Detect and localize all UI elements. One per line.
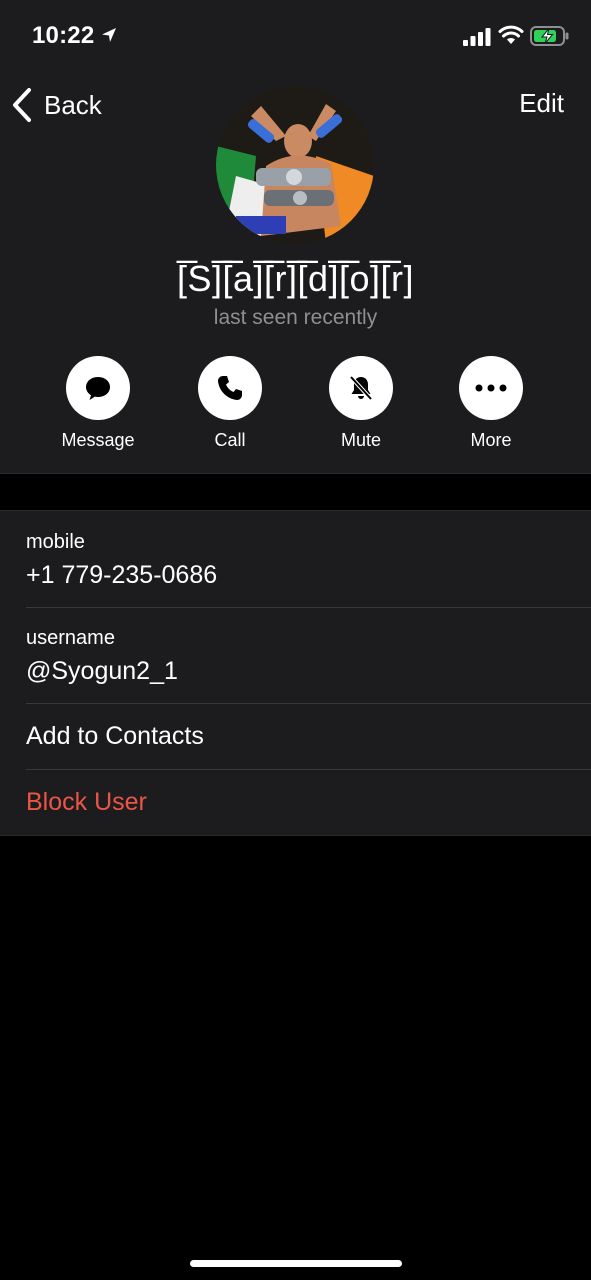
action-label-call: Call — [214, 430, 246, 450]
more-circle — [459, 356, 523, 420]
location-arrow-icon — [102, 28, 116, 42]
add-to-contacts-button[interactable]: Add to Contacts — [26, 722, 204, 751]
mobile-row[interactable]: mobile +1 779-235-0686 — [0, 511, 591, 607]
message-bubble-icon — [86, 377, 110, 400]
action-label-more: More — [470, 430, 512, 450]
status-time: 10:22 — [32, 22, 95, 49]
add-to-contacts-row[interactable]: Add to Contacts — [0, 703, 591, 769]
action-label-message: Message — [61, 430, 135, 450]
action-label-mute: Mute — [340, 430, 382, 450]
edit-button[interactable]: Edit — [519, 88, 564, 119]
avatar-photo — [216, 86, 374, 244]
wifi-icon — [498, 25, 524, 44]
block-user-button[interactable]: Block User — [26, 788, 147, 817]
bell-slash-icon — [349, 375, 373, 401]
mute-button[interactable]: Mute — [301, 356, 421, 451]
battery-charging-icon — [530, 26, 569, 46]
mobile-label: mobile — [26, 531, 85, 553]
mobile-value[interactable]: +1 779-235-0686 — [26, 561, 217, 590]
back-button[interactable]: Back — [10, 86, 102, 124]
last-seen-status: last seen recently — [213, 306, 378, 329]
avatar[interactable] — [216, 86, 374, 244]
profile-header: 10:22 Back Edit [̅S]̅[̅a]̅[̅r]̅[̅d]̅[̅o]… — [0, 0, 591, 474]
status-bar: 10:22 — [0, 0, 591, 72]
back-label: Back — [44, 89, 102, 120]
profile-name: [̅S]̅[̅a]̅[̅r]̅[̅d]̅[̅o]̅[̅r] — [176, 258, 415, 299]
mute-circle — [329, 356, 393, 420]
signal-icon — [463, 28, 491, 46]
call-circle — [198, 356, 262, 420]
ellipsis-icon — [475, 384, 507, 392]
call-button[interactable]: Call — [170, 356, 290, 451]
message-button[interactable]: Message — [38, 356, 158, 451]
info-list: mobile +1 779-235-0686 username @Syogun2… — [0, 510, 591, 836]
phone-icon — [218, 376, 242, 400]
username-value[interactable]: @Syogun2_1 — [26, 657, 178, 686]
chevron-left-icon — [13, 88, 31, 122]
block-user-row[interactable]: Block User — [0, 769, 591, 835]
home-indicator[interactable] — [190, 1260, 402, 1267]
more-button[interactable]: More — [431, 356, 551, 451]
action-bar: Message Call Mute More — [0, 356, 591, 456]
message-circle — [66, 356, 130, 420]
username-row[interactable]: username @Syogun2_1 — [0, 607, 591, 703]
username-label: username — [26, 627, 115, 649]
